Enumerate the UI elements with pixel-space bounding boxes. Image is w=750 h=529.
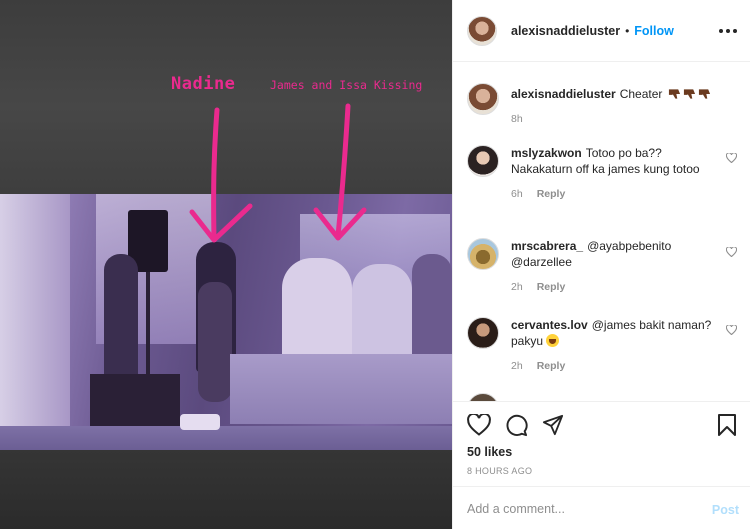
comments-list[interactable]: alexisnaddieluster Cheater 8h mslyzakwon T… xyxy=(453,63,750,401)
comment-text: Cheater xyxy=(619,87,663,101)
add-comment-input[interactable] xyxy=(467,499,687,519)
thumbs-down-icon xyxy=(698,89,710,99)
avatar[interactable] xyxy=(467,393,499,401)
share-icon[interactable] xyxy=(542,414,564,436)
arrow-james xyxy=(335,103,351,239)
crying-face-icon xyxy=(546,334,560,347)
comment-item: cervantes.lov @james bakit naman? pakyu 2… xyxy=(467,317,737,374)
like-comment-heart-icon[interactable] xyxy=(726,153,737,163)
comment-item: mrscabrera_ @ayabpebenito @darzellee 2h Re… xyxy=(467,238,737,295)
avatar[interactable] xyxy=(467,15,497,46)
post-header: alexisnaddieluster • Follow xyxy=(453,0,750,62)
comment-username[interactable]: mrscabrera_ xyxy=(511,239,583,253)
comment-icon[interactable] xyxy=(505,414,528,437)
like-comment-heart-icon[interactable] xyxy=(726,247,737,257)
avatar[interactable] xyxy=(467,238,499,270)
comment-item-partial xyxy=(467,393,737,401)
comment-username[interactable]: cervantes.lov xyxy=(511,318,588,332)
reply-button[interactable]: Reply xyxy=(537,358,566,374)
author-username[interactable]: alexisnaddieluster xyxy=(511,24,620,38)
comment-username[interactable]: mslyzakwon xyxy=(511,146,582,160)
heart-icon[interactable] xyxy=(467,414,491,436)
avatar[interactable] xyxy=(467,317,499,349)
post-comment-button[interactable]: Post xyxy=(712,503,739,517)
reply-button[interactable]: Reply xyxy=(537,186,566,202)
overlay-arrows xyxy=(189,103,367,243)
comment-time: 8h xyxy=(511,113,523,125)
avatar[interactable] xyxy=(467,83,499,115)
arrow-nadine-head xyxy=(189,203,253,243)
post-media[interactable]: Nadine James and Issa Kissing xyxy=(0,0,452,529)
bookmark-icon[interactable] xyxy=(717,414,737,436)
comment-username[interactable]: alexisnaddieluster xyxy=(511,87,616,101)
caption-comment: alexisnaddieluster Cheater 8h xyxy=(467,83,737,127)
comment-time: 2h xyxy=(511,281,523,293)
follow-button[interactable]: Follow xyxy=(634,24,674,38)
reply-button[interactable]: Reply xyxy=(537,279,566,295)
arrow-nadine xyxy=(211,107,220,241)
comment-time: 6h xyxy=(511,188,523,200)
comment-item: mslyzakwon Totoo po ba?? Nakakaturn off k… xyxy=(467,145,737,202)
add-comment-bar: Post xyxy=(453,486,750,529)
avatar[interactable] xyxy=(467,145,499,177)
like-comment-heart-icon[interactable] xyxy=(726,325,737,335)
post-sidebar: alexisnaddieluster • Follow alexisnaddie… xyxy=(452,0,750,529)
thumbs-down-icon xyxy=(668,89,680,99)
post-timestamp: 8 HOURS AGO xyxy=(467,466,533,476)
thumbs-down-icon xyxy=(683,89,695,99)
more-options-icon[interactable] xyxy=(719,22,737,40)
likes-count[interactable]: 50 likes xyxy=(467,445,512,459)
separator-dot: • xyxy=(625,23,630,38)
comment-time: 2h xyxy=(511,360,523,372)
post-actions: 50 likes 8 HOURS AGO xyxy=(453,401,750,476)
